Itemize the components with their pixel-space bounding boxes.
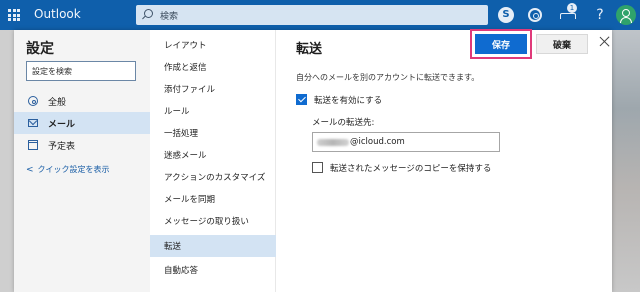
search-input[interactable]: 検索 (136, 5, 488, 25)
settings-dialog: 設定 設定を検索 全般 メール 予定表 < クイック設定を表示 レイアウト 作成と… (14, 29, 612, 292)
app-title[interactable]: Outlook (34, 7, 81, 21)
settings-nav: 設定 設定を検索 全般 メール 予定表 < クイック設定を表示 (14, 30, 150, 292)
nav-item-label: 全般 (48, 98, 67, 108)
calendar-icon (28, 140, 38, 150)
submenu-item-label: メールを同期 (164, 195, 216, 205)
submenu-item-label: 添付ファイル (164, 85, 216, 95)
mail-submenu: レイアウト 作成と返信 添付ファイル ルール 一括処理 迷惑メール アクションの… (150, 30, 276, 292)
chevron-left-icon: < (26, 165, 34, 175)
submenu-item-label: 転送 (164, 242, 182, 252)
background-right (612, 30, 640, 292)
forward-to-field[interactable]: @icloud.com (312, 132, 500, 152)
notification-badge: 1 (567, 3, 577, 13)
keep-copy-label: 転送されたメッセージのコピーを保持する (330, 164, 492, 174)
help-icon[interactable]: ? (592, 7, 608, 23)
app-launcher-icon[interactable] (8, 9, 20, 21)
submenu-item-layout[interactable]: レイアウト (150, 34, 276, 56)
settings-search-input[interactable]: 設定を検索 (26, 61, 136, 81)
submenu-item-compose[interactable]: 作成と返信 (150, 56, 276, 78)
panel-title: 転送 (296, 42, 323, 57)
submenu-item-label: レイアウト (164, 41, 207, 51)
redacted-username (317, 138, 349, 146)
skype-icon[interactable]: S (498, 7, 514, 23)
gear-icon (28, 96, 38, 106)
submenu-item-sync-email[interactable]: メールを同期 (150, 188, 276, 210)
enable-forwarding-label: 転送を有効にする (314, 96, 383, 106)
enable-forwarding-checkbox[interactable] (296, 94, 307, 105)
submenu-item-label: メッセージの取り扱い (164, 217, 249, 227)
nav-item-label: 予定表 (48, 142, 76, 152)
submenu-item-rules[interactable]: ルール (150, 100, 276, 122)
submenu-item-label: 迷惑メール (164, 151, 207, 161)
submenu-item-label: 作成と返信 (164, 63, 207, 73)
background-left (0, 30, 14, 292)
settings-gear-icon[interactable] (528, 8, 542, 22)
nav-item-label: メール (48, 120, 76, 130)
nav-item-general[interactable]: 全般 (14, 90, 150, 112)
submenu-item-sweep[interactable]: 一括処理 (150, 122, 276, 144)
submenu-item-customize-actions[interactable]: アクションのカスタマイズ (150, 166, 276, 188)
submenu-item-label: 自動応答 (164, 266, 199, 276)
submenu-item-junk[interactable]: 迷惑メール (150, 144, 276, 166)
submenu-item-attachments[interactable]: 添付ファイル (150, 78, 276, 100)
nav-item-mail[interactable]: メール (14, 112, 150, 134)
submenu-item-message-handling[interactable]: メッセージの取り扱い (150, 210, 276, 232)
forwarding-description: 自分へのメールを別のアカウントに転送できます。 (296, 73, 480, 82)
search-icon (144, 9, 153, 18)
quick-settings-link[interactable]: < クイック設定を表示 (26, 164, 110, 175)
forward-to-label: メールの転送先: (312, 118, 375, 128)
submenu-item-label: 一括処理 (164, 129, 199, 139)
nav-item-calendar[interactable]: 予定表 (14, 134, 150, 156)
submenu-item-label: アクションのカスタマイズ (164, 173, 266, 183)
save-highlight: 保存 (470, 29, 532, 59)
quick-settings-label: クイック設定を表示 (37, 165, 110, 174)
search-placeholder: 検索 (160, 12, 179, 22)
submenu-item-automatic-replies[interactable]: 自動応答 (150, 259, 276, 281)
discard-button[interactable]: 破棄 (536, 34, 588, 54)
avatar[interactable] (616, 5, 636, 25)
keep-copy-checkbox[interactable] (312, 162, 323, 173)
mail-icon (28, 119, 38, 127)
save-button[interactable]: 保存 (475, 34, 527, 54)
settings-title: 設定 (26, 41, 54, 57)
submenu-item-label: ルール (164, 107, 190, 117)
submenu-item-forwarding[interactable]: 転送 (150, 235, 276, 257)
forward-to-value: @icloud.com (350, 137, 405, 147)
forwarding-panel: 転送 保存 破棄 自分へのメールを別のアカウントに転送できます。 転送を有効にす… (276, 29, 612, 292)
close-icon[interactable] (598, 35, 612, 49)
top-bar: Outlook 検索 S 1 ? (0, 0, 640, 30)
